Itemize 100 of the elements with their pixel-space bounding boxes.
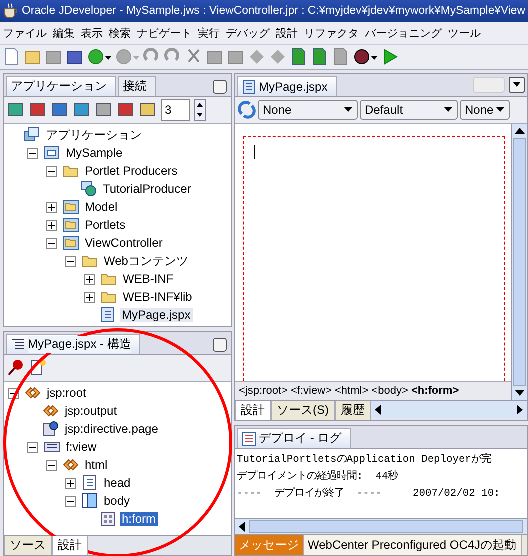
menu-item[interactable]: ファイル: [0, 26, 50, 40]
expand-toggle[interactable]: [46, 238, 57, 248]
expand-toggle[interactable]: [27, 148, 38, 158]
document-icon: [242, 80, 256, 94]
pin-icon[interactable]: [7, 359, 25, 377]
toolbar-icon[interactable]: [73, 101, 91, 119]
tree-item[interactable]: MyPage.jspx: [120, 308, 193, 322]
editor-tab[interactable]: MyPage.jspx: [237, 76, 337, 96]
document-icon: [43, 421, 59, 437]
tree-item[interactable]: html: [83, 458, 110, 472]
caret-icon: [344, 107, 353, 113]
expand-toggle[interactable]: [27, 442, 38, 452]
expand-toggle[interactable]: [46, 166, 57, 176]
expand-toggle[interactable]: [46, 460, 57, 470]
menu-item[interactable]: デバッグ: [223, 26, 273, 40]
view-tab[interactable]: ソース(S): [271, 401, 335, 420]
panel-icon: [82, 493, 98, 509]
up-arrow-icon: [514, 128, 524, 134]
style-dropdown[interactable]: Default: [360, 100, 458, 120]
menu-item[interactable]: バージョニング: [362, 26, 445, 40]
expand-toggle[interactable]: [46, 220, 57, 230]
text-cursor: [254, 145, 255, 159]
windows-icon: [24, 127, 40, 143]
style-dropdown[interactable]: None: [258, 100, 358, 120]
caret-icon: [513, 82, 521, 88]
expand-toggle[interactable]: [46, 202, 57, 212]
tree-item[interactable]: ViewController: [83, 236, 165, 250]
window-title: Oracle JDeveloper - MySample.jws : ViewController.jpr : C:¥myjdev¥jdev¥mywork¥MySample¥View: [22, 5, 526, 17]
vertical-scrollbar[interactable]: [511, 124, 527, 400]
new-file-icon[interactable]: [29, 359, 47, 377]
tree-item[interactable]: jsp:root: [45, 386, 88, 400]
tree-item[interactable]: head: [102, 476, 133, 490]
tab-list-button[interactable]: [509, 77, 525, 93]
tree-item[interactable]: Model: [83, 200, 120, 214]
document-icon: [44, 439, 60, 455]
level-spinner[interactable]: 3: [161, 99, 190, 121]
menu-item[interactable]: 表示: [78, 26, 106, 40]
tree-item[interactable]: jsp:output: [63, 404, 120, 418]
window-icon: [44, 145, 60, 161]
view-tab[interactable]: ソース: [4, 536, 52, 555]
minimize-button[interactable]: [213, 80, 227, 94]
style-dropdown[interactable]: None: [460, 100, 510, 120]
tree-item[interactable]: TutorialProducer: [101, 182, 194, 196]
panel-tab[interactable]: デプロイ - ログ: [237, 428, 351, 448]
menu-item[interactable]: ツール: [445, 26, 484, 40]
tree-item[interactable]: WEB-INF: [121, 272, 176, 286]
back-icon[interactable]: [87, 48, 105, 66]
tree-item[interactable]: h:form: [120, 512, 158, 526]
tree-item[interactable]: Portlets: [83, 218, 128, 232]
panel-tab[interactable]: アプリケーション: [6, 76, 116, 96]
toolbar-icon[interactable]: [139, 101, 157, 119]
globe-icon: [81, 181, 97, 197]
file-name: MyPage.jspx: [259, 80, 328, 94]
expand-toggle[interactable]: [65, 256, 76, 266]
tree-item[interactable]: アプリケーション: [44, 126, 144, 144]
panel-tab[interactable]: 接続: [118, 76, 156, 96]
horizontal-scrollbar[interactable]: [371, 401, 527, 418]
log-line: ---- デプロイが終了 ---- 2007/02/02 10:: [237, 486, 502, 502]
spinner-arrows-icon[interactable]: [194, 99, 206, 121]
new-file-icon[interactable]: [3, 48, 21, 66]
tag-icon: [43, 403, 59, 419]
view-tab[interactable]: 履歴: [335, 401, 371, 420]
tag-icon: [63, 457, 79, 473]
menu-item[interactable]: 実行: [195, 26, 223, 40]
menu-item[interactable]: 編集: [50, 26, 78, 40]
view-tab[interactable]: 設計: [235, 401, 271, 420]
tag-icon: [25, 385, 41, 401]
outline-icon: [11, 338, 25, 352]
toolbar-icon[interactable]: [51, 101, 69, 119]
tag-breadcrumb: <jsp:root> <f:view> <html> <body> <h:form>: [235, 381, 511, 400]
expand-toggle[interactable]: [65, 496, 76, 506]
caret-icon: [444, 107, 453, 113]
refresh-icon[interactable]: [238, 101, 256, 119]
toolbar-icon[interactable]: [117, 101, 135, 119]
tree-item[interactable]: Portlet Producers: [83, 164, 180, 178]
toolbar-icon[interactable]: [95, 101, 113, 119]
document-icon: [100, 307, 116, 323]
toolbar-icon[interactable]: [7, 101, 25, 119]
menu-item[interactable]: ナビゲート: [134, 26, 195, 40]
log-tab[interactable]: WebCenter Preconfigured OC4Jの起動: [304, 535, 522, 555]
expand-toggle[interactable]: [84, 274, 95, 284]
view-tab[interactable]: 設計: [52, 536, 88, 555]
tree-item[interactable]: MySample: [64, 146, 125, 160]
toolbar-icon[interactable]: [29, 101, 47, 119]
horizontal-scrollbar[interactable]: [235, 518, 527, 534]
expand-toggle[interactable]: [65, 478, 76, 488]
tree-item[interactable]: Webコンテンツ: [102, 252, 190, 270]
minimize-button[interactable]: [213, 338, 227, 352]
panel-title: デプロイ - ログ: [259, 430, 342, 447]
tree-item[interactable]: jsp:directive.page: [63, 422, 160, 436]
menu-item[interactable]: リファクタ: [301, 26, 362, 40]
tree-item[interactable]: WEB-INF¥lib: [121, 290, 194, 304]
panel-tab[interactable]: MyPage.jspx - 構造: [6, 334, 140, 354]
expand-toggle[interactable]: [84, 292, 95, 302]
log-line: デプロイメントの経過時間: 44秒: [237, 469, 400, 485]
menu-item[interactable]: 設計: [273, 26, 301, 40]
down-arrow-icon: [514, 390, 524, 396]
tree-item[interactable]: f:view: [64, 440, 99, 454]
tree-item[interactable]: body: [102, 494, 132, 508]
menu-item[interactable]: 検索: [106, 26, 134, 40]
